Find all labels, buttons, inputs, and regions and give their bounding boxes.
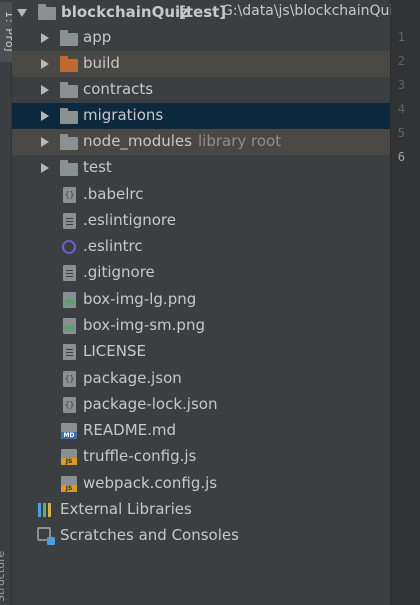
file-label: LICENSE (83, 342, 146, 360)
folder-icon (38, 4, 56, 20)
tree-file-babelrc[interactable]: {} .babelrc (12, 182, 390, 208)
tree-file-box-img-sm[interactable]: box-img-sm.png (12, 313, 390, 339)
line-number: 5 (397, 126, 405, 140)
library-root-note: library root (198, 132, 282, 150)
tree-external-libraries[interactable]: External Libraries (12, 497, 390, 523)
chevron-right-icon[interactable] (41, 33, 49, 43)
tree-folder-build[interactable]: build (12, 51, 390, 77)
line-number-current: 6 (397, 150, 405, 164)
file-label: box-img-sm.png (83, 316, 205, 334)
excluded-folder-icon (60, 56, 78, 72)
line-number: 1 (397, 30, 405, 44)
folder-label: app (83, 28, 112, 46)
tree-file-license[interactable]: LICENSE (12, 339, 390, 365)
chevron-down-icon[interactable] (17, 9, 27, 17)
text-file-icon (63, 344, 76, 360)
tree-file-package-lock-json[interactable]: {} package-lock.json (12, 392, 390, 418)
json-file-icon: {} (63, 371, 76, 387)
tree-folder-contracts[interactable]: contracts (12, 77, 390, 103)
file-label: truffle-config.js (83, 447, 197, 465)
chevron-right-icon[interactable] (41, 59, 49, 69)
js-badge: JS (61, 485, 77, 492)
project-name: blockchainQuiz (61, 3, 189, 21)
folder-label: contracts (83, 80, 154, 98)
tree-file-eslintrc[interactable]: .eslintrc (12, 234, 390, 260)
chevron-right-icon[interactable] (41, 163, 49, 173)
file-label: .eslintignore (83, 211, 176, 229)
tree-file-readme[interactable]: MD README.md (12, 418, 390, 444)
json-file-icon: {} (63, 397, 76, 413)
tool-window-strip: 1: Proj Structure (0, 0, 16, 605)
tree-scratches[interactable]: Scratches and Consoles (12, 523, 390, 549)
tree-folder-migrations[interactable]: migrations (12, 103, 390, 129)
project-path: G:\data\js\blockchainQuiz (222, 3, 401, 19)
file-label: README.md (83, 421, 177, 439)
text-file-icon (63, 213, 76, 229)
folder-icon (60, 134, 78, 150)
file-label: box-img-lg.png (83, 290, 197, 308)
folder-icon (60, 82, 78, 98)
tree-file-package-json[interactable]: {} package.json (12, 366, 390, 392)
js-file-icon: JS (61, 476, 77, 492)
json-file-icon: {} (63, 187, 76, 203)
external-libraries-label: External Libraries (60, 500, 192, 518)
image-file-icon (63, 292, 76, 308)
folder-icon (60, 160, 78, 176)
tree-file-truffle-config[interactable]: JS truffle-config.js (12, 444, 390, 470)
file-label: package-lock.json (83, 395, 218, 413)
file-label: .eslintrc (83, 237, 143, 255)
eslint-icon (62, 240, 76, 254)
chevron-right-icon[interactable] (41, 137, 49, 147)
folder-icon (60, 108, 78, 124)
editor-gutter: 1 2 3 4 5 6 (391, 0, 420, 605)
folder-label: node_modules (83, 132, 192, 150)
tree-root-row[interactable]: blockchainQuiz [test] G:\data\js\blockch… (12, 0, 401, 26)
line-number: 4 (397, 102, 405, 116)
chevron-right-icon[interactable] (41, 85, 49, 95)
scratches-label: Scratches and Consoles (60, 526, 239, 544)
folder-icon (60, 30, 78, 46)
md-badge: MD (61, 432, 77, 439)
line-number: 3 (397, 78, 405, 92)
project-tree: blockchainQuiz [test] G:\data\js\blockch… (12, 0, 401, 605)
tree-folder-app[interactable]: app (12, 25, 390, 51)
file-label: webpack.config.js (83, 474, 218, 492)
file-label: .babelrc (83, 185, 144, 203)
text-file-icon (63, 265, 76, 281)
project-module: [test] (179, 3, 227, 21)
tree-file-box-img-lg[interactable]: box-img-lg.png (12, 287, 390, 313)
library-icon (38, 503, 54, 517)
file-label: package.json (83, 369, 182, 387)
js-file-icon: JS (61, 449, 77, 465)
folder-label: migrations (83, 106, 164, 124)
tree-file-gitignore[interactable]: .gitignore (12, 260, 390, 286)
markdown-file-icon: MD (61, 423, 77, 439)
tree-folder-node-modules[interactable]: node_modules library root (12, 129, 390, 155)
file-label: .gitignore (83, 263, 155, 281)
tree-folder-test[interactable]: test (12, 155, 390, 181)
line-number: 2 (397, 54, 405, 68)
folder-label: build (83, 54, 120, 72)
chevron-right-icon[interactable] (41, 111, 49, 121)
tree-file-webpack-config[interactable]: JS webpack.config.js (12, 471, 390, 497)
scratches-icon (37, 527, 55, 545)
image-file-icon (63, 318, 76, 334)
folder-label: test (83, 158, 112, 176)
js-badge: JS (61, 458, 77, 465)
tree-file-eslintignore[interactable]: .eslintignore (12, 208, 390, 234)
